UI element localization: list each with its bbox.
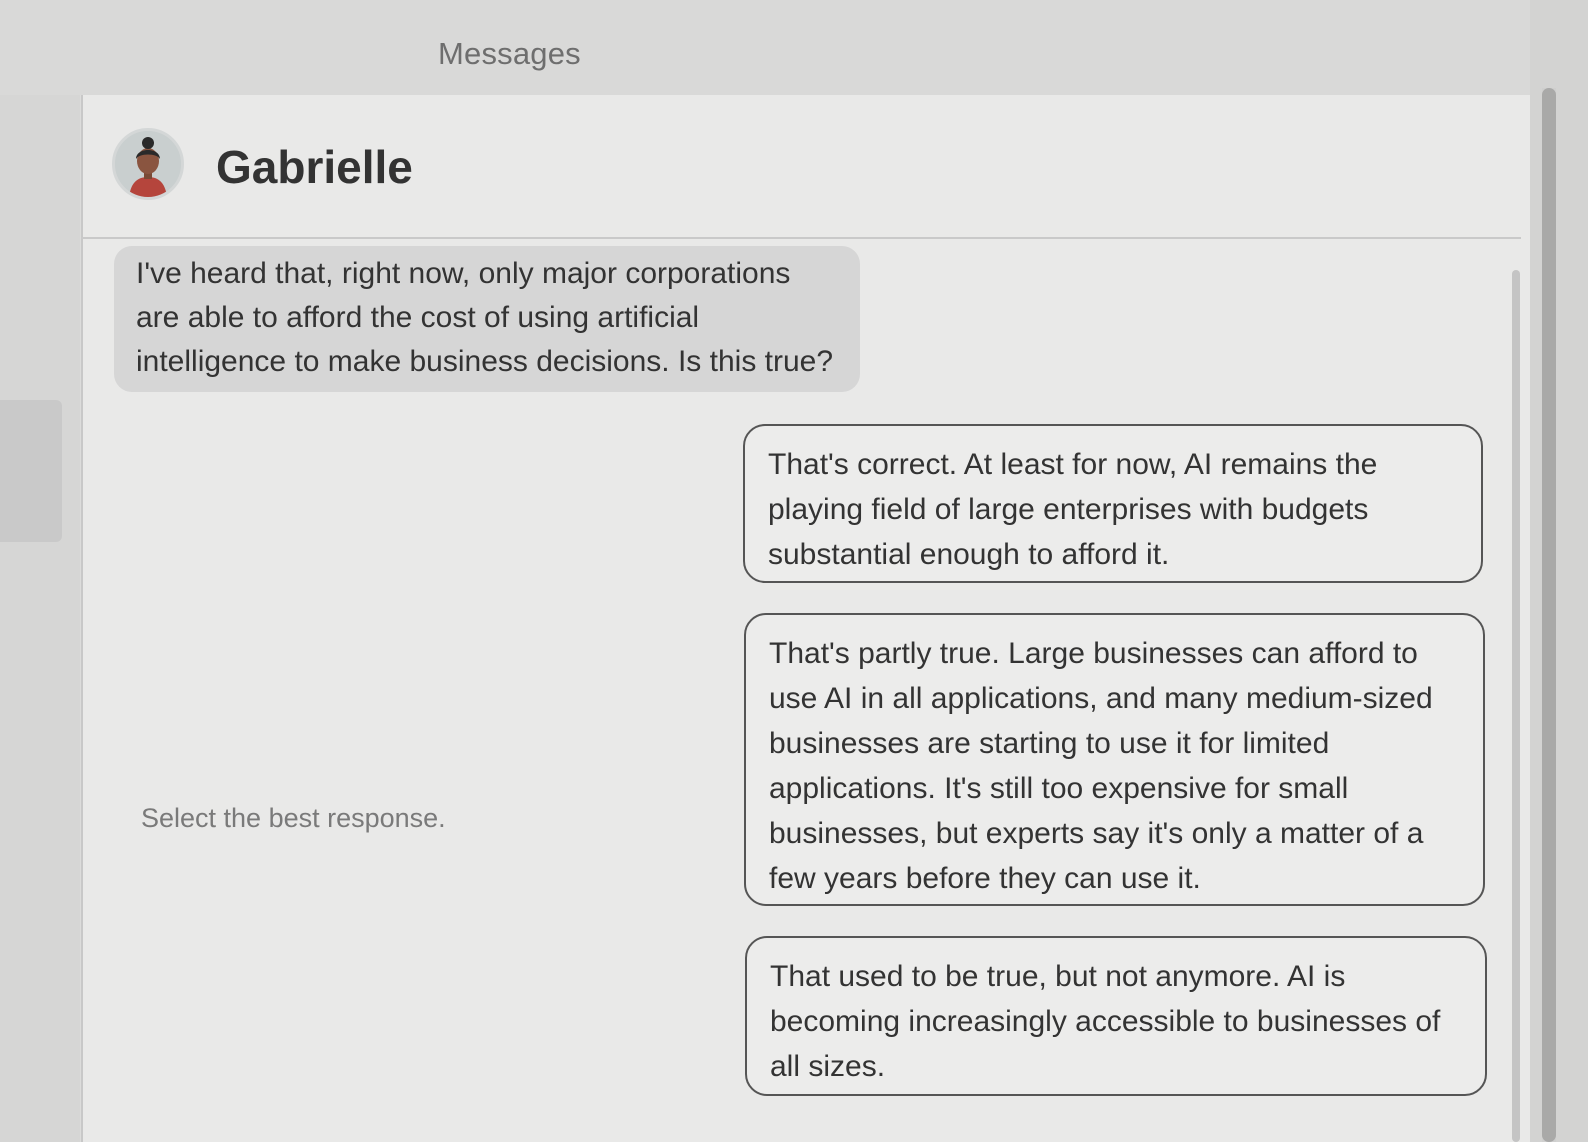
- page-scrollbar-thumb[interactable]: [1542, 88, 1556, 1142]
- response-option-1[interactable]: That's correct. At least for now, AI rem…: [743, 424, 1483, 583]
- response-instruction: Select the best response.: [141, 803, 446, 833]
- response-option-2[interactable]: That's partly true. Large businesses can…: [744, 613, 1485, 906]
- window-title: Messages: [438, 36, 581, 71]
- response-option-3[interactable]: That used to be true, but not anymore. A…: [745, 936, 1487, 1096]
- conversation-scrollbar[interactable]: [1512, 270, 1520, 1142]
- side-panel-tab[interactable]: [0, 400, 62, 542]
- person-avatar-icon: [115, 131, 181, 197]
- window-title-bar: Messages: [0, 0, 1588, 95]
- left-gutter: [0, 95, 80, 1142]
- right-edge: [1530, 0, 1588, 1142]
- contact-avatar: [112, 128, 184, 200]
- incoming-message-bubble: I've heard that, right now, only major c…: [114, 246, 860, 392]
- contact-name: Gabrielle: [216, 141, 413, 193]
